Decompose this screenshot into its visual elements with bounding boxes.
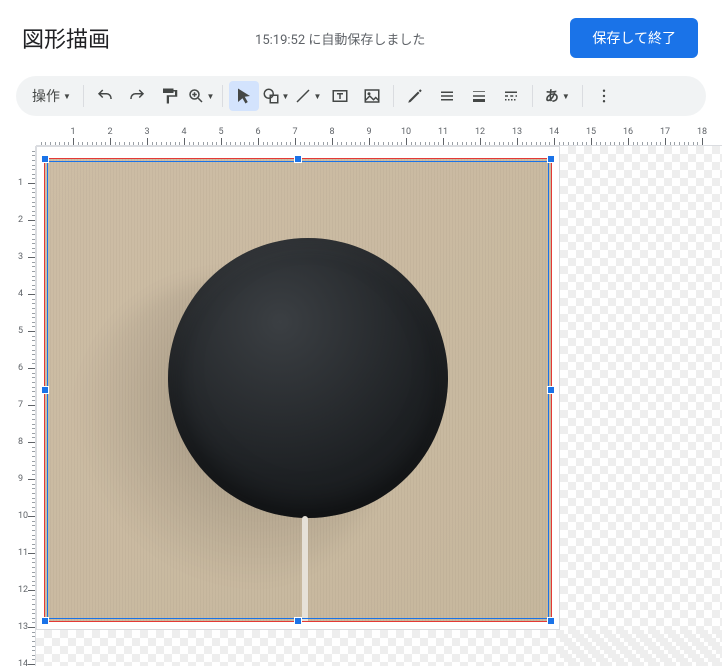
- separator: [222, 85, 223, 107]
- ruler-tick-label: 12: [475, 127, 485, 137]
- device-cable: [302, 516, 308, 622]
- chevron-down-icon: ▼: [63, 92, 71, 101]
- ruler-tick-label: 14: [18, 659, 28, 666]
- border-weight-button[interactable]: [464, 81, 494, 111]
- ruler-tick-label: 16: [623, 127, 633, 137]
- chevron-down-icon: ▼: [206, 92, 214, 101]
- separator: [582, 85, 583, 107]
- out-of-page-area: [560, 146, 722, 666]
- shape-icon: [262, 87, 280, 105]
- paint-format-icon: [160, 87, 178, 105]
- ruler-tick-label: 3: [18, 252, 23, 262]
- ruler-tick-label: 2: [18, 215, 23, 225]
- ruler-tick-label: 7: [292, 127, 297, 137]
- ruler-tick-label: 11: [438, 127, 448, 137]
- ruler-tick-label: 10: [18, 511, 28, 521]
- ruler-tick-label: 9: [366, 127, 371, 137]
- ruler-tick-label: 8: [18, 437, 23, 447]
- format-menu[interactable]: あ▼: [539, 81, 576, 111]
- page-area[interactable]: [36, 146, 560, 630]
- ruler-tick-label: 17: [660, 127, 670, 137]
- ruler-tick-label: 7: [18, 400, 23, 410]
- chevron-down-icon: ▼: [313, 92, 321, 101]
- ruler-tick-label: 11: [18, 548, 28, 558]
- ruler-tick-label: 18: [697, 127, 707, 137]
- zoom-icon: [187, 87, 205, 105]
- workspace: 123456789101112131415161718 123456789101…: [0, 126, 722, 666]
- zoom-button[interactable]: ▼: [186, 81, 216, 111]
- chevron-down-icon: ▼: [281, 92, 289, 101]
- ruler-tick-label: 13: [512, 127, 522, 137]
- ruler-tick-label: 15: [586, 127, 596, 137]
- separator: [393, 85, 394, 107]
- smart-speaker: [168, 238, 448, 518]
- ruler-tick-label: 13: [18, 622, 28, 632]
- toolbar: 操作▼ ▼ ▼ ▼: [16, 76, 706, 116]
- dialog-header: 図形描画 15:19:52 に自動保存しました 保存して終了: [0, 0, 722, 76]
- line-icon: [294, 87, 312, 105]
- ruler-tick-label: 4: [181, 127, 186, 137]
- ruler-tick-label: 9: [18, 474, 23, 484]
- image-tool[interactable]: [357, 81, 387, 111]
- ruler-tick-label: 1: [18, 178, 23, 188]
- undo-button[interactable]: [90, 81, 120, 111]
- ruler-tick-label: 10: [401, 127, 411, 137]
- canvas[interactable]: [36, 146, 722, 666]
- ruler-tick-label: 4: [18, 289, 23, 299]
- textbox-icon: [331, 87, 349, 105]
- ruler-tick-label: 6: [18, 363, 23, 373]
- ruler-tick-label: 14: [549, 127, 559, 137]
- pen-icon: [406, 87, 424, 105]
- dialog-title: 図形描画: [22, 22, 110, 54]
- format-label: あ: [545, 86, 559, 106]
- ruler-tick-label: 12: [18, 585, 28, 595]
- ruler-tick-label: 1: [70, 127, 75, 137]
- actions-menu[interactable]: 操作▼: [26, 81, 77, 111]
- out-of-page-area: [36, 630, 722, 666]
- ruler-tick-label: 3: [144, 127, 149, 137]
- paint-format-button[interactable]: [154, 81, 184, 111]
- more-icon: [595, 87, 613, 105]
- ruler-tick-label: 5: [18, 326, 23, 336]
- image-icon: [363, 87, 381, 105]
- separator: [83, 85, 84, 107]
- line-tool[interactable]: ▼: [293, 81, 323, 111]
- redo-button[interactable]: [122, 81, 152, 111]
- border-dash-button[interactable]: [496, 81, 526, 111]
- shape-tool[interactable]: ▼: [261, 81, 291, 111]
- actions-label: 操作: [32, 86, 60, 106]
- border-color-button[interactable]: [432, 81, 462, 111]
- textbox-tool[interactable]: [325, 81, 355, 111]
- ruler-tick-label: 6: [255, 127, 260, 137]
- separator: [532, 85, 533, 107]
- chevron-down-icon: ▼: [562, 92, 570, 101]
- autosave-status: 15:19:52 に自動保存しました: [255, 29, 425, 48]
- ruler-tick-label: 2: [107, 127, 112, 137]
- border-weight-icon: [470, 87, 488, 105]
- select-icon: [235, 87, 253, 105]
- border-dash-icon: [502, 87, 520, 105]
- border-color-icon: [438, 87, 456, 105]
- more-button[interactable]: [589, 81, 619, 111]
- select-tool[interactable]: [229, 81, 259, 111]
- inserted-image[interactable]: [44, 158, 552, 622]
- vertical-ruler: 1234567891011121314: [16, 146, 36, 666]
- ruler-tick-label: 8: [329, 127, 334, 137]
- redo-icon: [128, 87, 146, 105]
- pen-button[interactable]: [400, 81, 430, 111]
- horizontal-ruler: 123456789101112131415161718: [36, 126, 722, 146]
- ruler-tick-label: 5: [218, 127, 223, 137]
- save-and-close-button[interactable]: 保存して終了: [570, 18, 698, 58]
- undo-icon: [96, 87, 114, 105]
